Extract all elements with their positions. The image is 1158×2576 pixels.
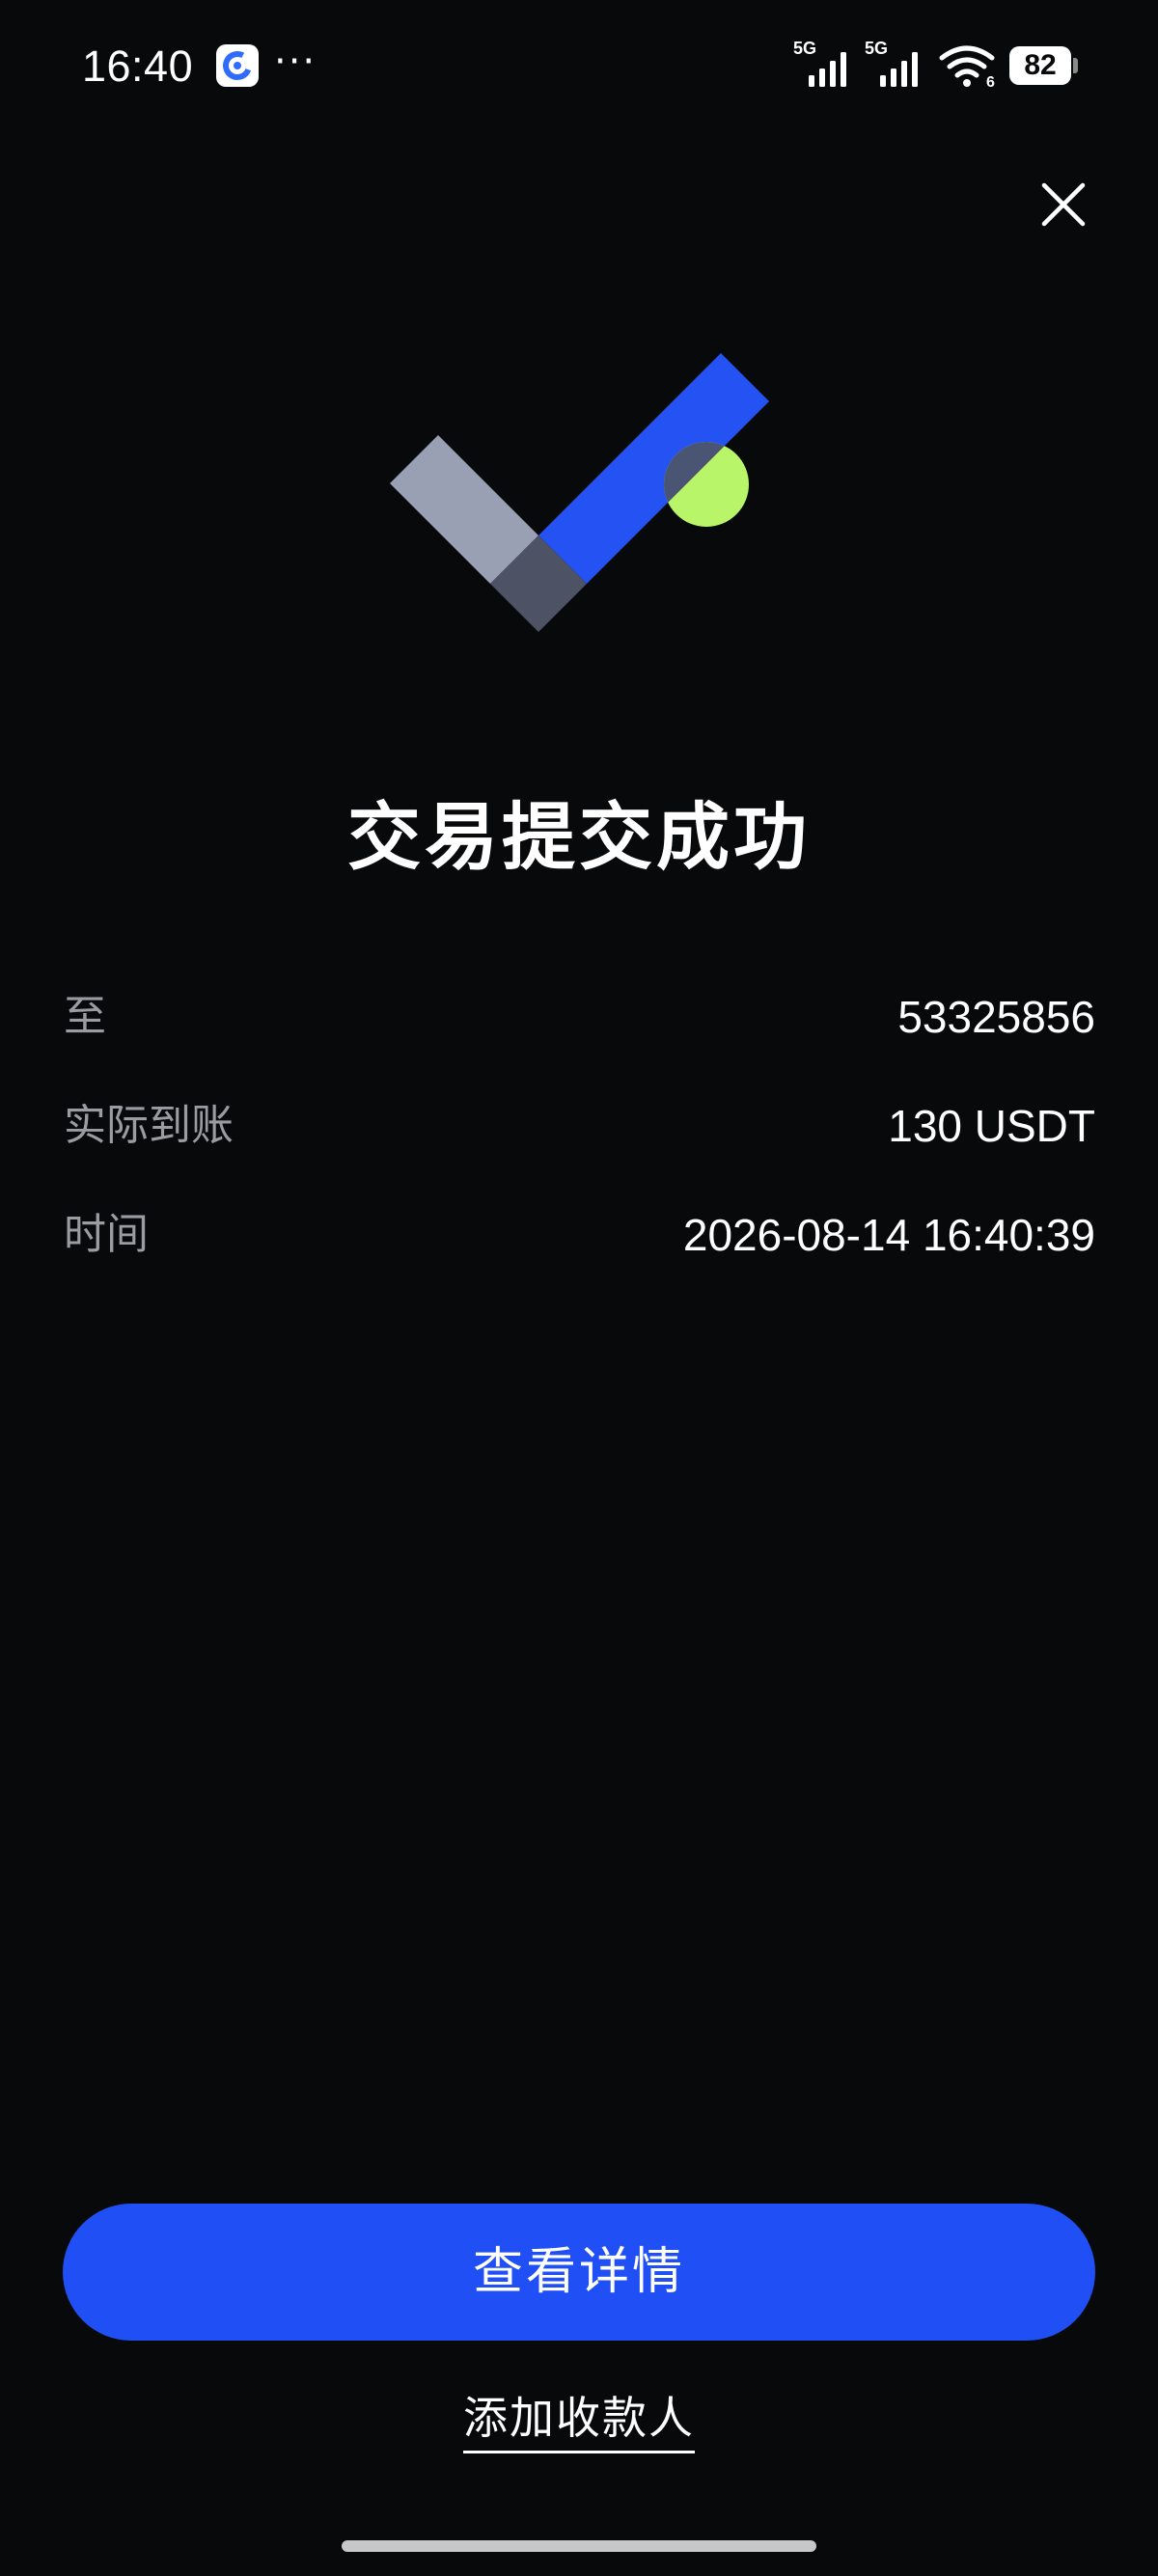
detail-label: 时间 (64, 1210, 149, 1259)
wifi-icon: 6 (939, 45, 995, 89)
detail-row-recipient: 至 53325856 (64, 986, 1095, 1048)
view-details-button[interactable]: 查看详情 (63, 2204, 1095, 2341)
more-dots-icon: ··· (274, 40, 317, 84)
detail-row-amount: 实际到账 130 USDT (64, 1095, 1095, 1157)
success-check-icon (386, 347, 772, 646)
detail-row-time: 时间 2026-08-14 16:40:39 (64, 1204, 1095, 1266)
app-c-icon (216, 44, 259, 87)
cellular-signal-icon: 5G (865, 39, 918, 87)
page-title: 交易提交成功 (347, 794, 811, 880)
status-time: 16:40 (82, 41, 194, 91)
detail-label: 实际到账 (64, 1101, 234, 1150)
close-button[interactable] (1036, 178, 1090, 232)
detail-label: 至 (64, 992, 106, 1041)
detail-value: 53325856 (897, 992, 1095, 1042)
home-indicator[interactable] (342, 2540, 816, 2552)
add-payee-container: 添加收款人 (0, 2387, 1158, 2453)
network-5g-label: 5G (865, 39, 888, 58)
detail-value: 130 USDT (888, 1101, 1095, 1151)
cellular-signal-icon: 5G (793, 39, 846, 87)
battery-indicator: 82 (1009, 46, 1071, 85)
close-icon (1041, 182, 1086, 227)
battery-tip (1073, 58, 1078, 73)
network-5g-label: 5G (793, 39, 816, 58)
detail-value: 2026-08-14 16:40:39 (682, 1210, 1095, 1260)
wifi-badge: 6 (986, 74, 995, 89)
add-payee-link[interactable]: 添加收款人 (463, 2387, 695, 2453)
